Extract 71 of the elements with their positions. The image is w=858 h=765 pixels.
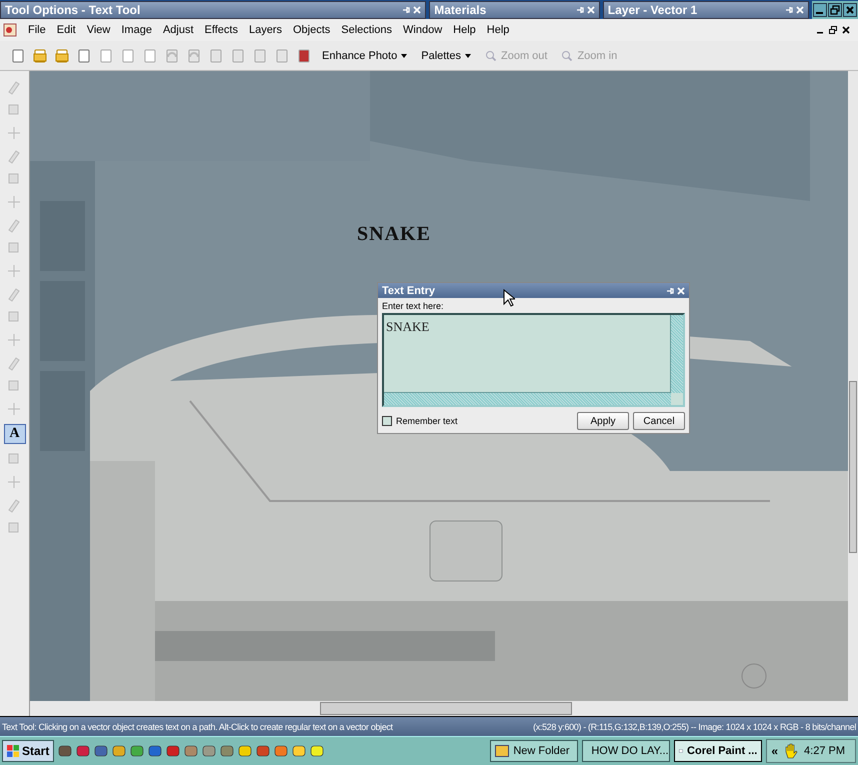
pin-icon[interactable]: [576, 6, 584, 14]
quick-launch-icon[interactable]: [148, 744, 162, 758]
hand-icon[interactable]: [784, 743, 798, 759]
pin-icon[interactable]: [666, 286, 674, 294]
dialog-title: Text Entry: [382, 284, 435, 296]
taskbar-button[interactable]: New Folder: [490, 740, 578, 762]
quick-launch-icon[interactable]: [292, 744, 306, 758]
menu-item[interactable]: Help: [482, 24, 516, 36]
quick-launch-icon[interactable]: [256, 744, 270, 758]
status-info: (x:528 y:600) - (R:115,G:132,B:139,O:255) -- Image: 1024 x 1024 x RGB - 8 bits/channel: [533, 722, 856, 732]
start-button[interactable]: Start: [2, 740, 54, 762]
pin-icon[interactable]: [785, 6, 793, 14]
scrollbar[interactable]: [384, 392, 671, 405]
menu-item[interactable]: Image: [116, 24, 158, 36]
quick-launch-icon[interactable]: [220, 744, 234, 758]
quick-launch-icon[interactable]: [202, 744, 216, 758]
window-icon: [495, 745, 510, 757]
toolbar-button[interactable]: Enhance Photo: [318, 48, 412, 64]
quick-launch-icon[interactable]: [58, 744, 72, 758]
canvas-text[interactable]: SNAKE: [357, 223, 431, 246]
field-label: Enter text here:: [381, 300, 445, 313]
quick-launch-icon[interactable]: [310, 744, 324, 758]
menu-item[interactable]: Effects: [200, 24, 244, 36]
mouse-cursor-icon: [503, 289, 515, 307]
app-icon[interactable]: [3, 23, 17, 37]
taskbar-button[interactable]: HOW DO LAY...: [582, 740, 670, 762]
open-folder-icon[interactable]: [32, 48, 48, 64]
menu-item[interactable]: Objects: [288, 24, 336, 36]
panel-title: Tool Options - Text Tool: [5, 3, 142, 17]
panel-title: Layer - Vector 1: [608, 3, 698, 17]
quick-launch-icon[interactable]: [112, 744, 126, 758]
text-entry-field[interactable]: SNAKE: [382, 313, 685, 407]
clock: 4:27 PM: [804, 745, 845, 757]
menu-item[interactable]: Window: [398, 24, 448, 36]
menu-item[interactable]: Selections: [336, 24, 398, 36]
status-hint: Text Tool: Clicking on a vector object creates text on a path. Alt-Click to create regular text on a vector object: [2, 722, 393, 732]
quick-launch-icon[interactable]: [130, 744, 144, 758]
new-document-icon[interactable]: [10, 48, 26, 64]
menu-item[interactable]: Adjust: [158, 24, 200, 36]
panel-title: Materials: [434, 3, 488, 17]
menu-item[interactable]: View: [82, 24, 116, 36]
quick-launch-icon[interactable]: [76, 744, 90, 758]
quick-launch-icon[interactable]: [166, 744, 180, 758]
restore-icon[interactable]: [829, 26, 837, 34]
menu-item[interactable]: File: [23, 24, 52, 36]
quick-launch-icon[interactable]: [274, 744, 288, 758]
restore-icon[interactable]: [828, 3, 842, 17]
close-icon[interactable]: [843, 3, 857, 17]
apply-button[interactable]: Apply: [577, 412, 629, 430]
menu-item[interactable]: Edit: [52, 24, 82, 36]
caret-icon: [401, 54, 408, 58]
taskbar-button[interactable]: Corel Paint ...: [674, 740, 762, 762]
toolbar-button[interactable]: Palettes: [417, 48, 475, 64]
menu-item[interactable]: Help: [448, 24, 482, 36]
checkbox[interactable]: [382, 416, 392, 426]
quick-launch-icon[interactable]: [94, 744, 108, 758]
quick-launch-icon[interactable]: [238, 744, 252, 758]
quick-launch-icon[interactable]: [184, 744, 198, 758]
menu-item[interactable]: Layers: [244, 24, 288, 36]
text-tool[interactable]: A: [4, 424, 26, 444]
minimize-icon[interactable]: [813, 3, 827, 17]
tray-expand-button[interactable]: «: [771, 744, 778, 758]
windows-logo-icon: [7, 745, 19, 757]
close-icon[interactable]: [842, 26, 850, 34]
checkbox-label: Remember text: [396, 416, 458, 426]
scrollbar[interactable]: [670, 315, 683, 393]
pin-icon[interactable]: [402, 6, 410, 14]
magnifier-icon: [561, 50, 574, 62]
magnifier-icon: [484, 50, 497, 62]
caret-icon: [464, 54, 471, 58]
cancel-button[interactable]: Cancel: [633, 412, 685, 430]
